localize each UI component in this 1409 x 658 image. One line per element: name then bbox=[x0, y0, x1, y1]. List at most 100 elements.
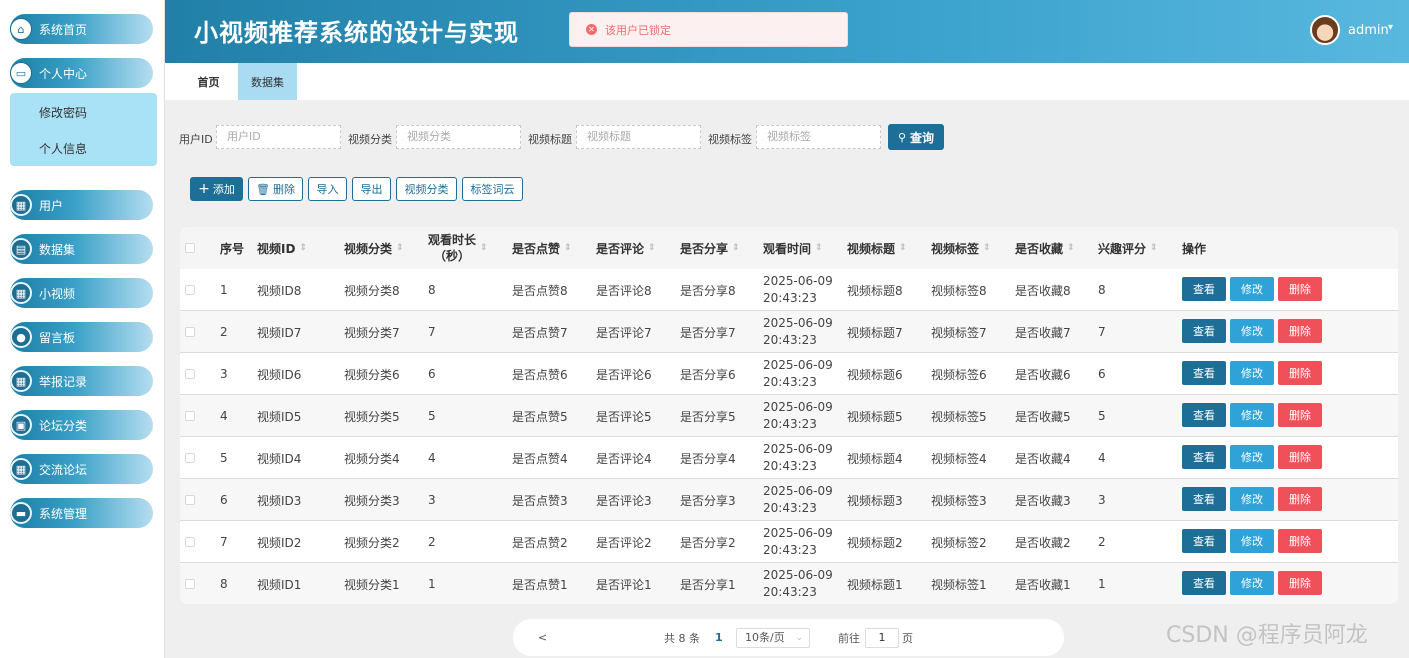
search-label-title: 视频标题 bbox=[528, 133, 572, 146]
submenu-item-personal-info[interactable]: 个人信息 bbox=[39, 140, 87, 157]
th-watch-time[interactable]: 观看时间 ⇕ bbox=[763, 227, 823, 269]
edit-button[interactable]: 修改 bbox=[1230, 445, 1274, 469]
th-title[interactable]: 视频标题 ⇕ bbox=[847, 227, 907, 269]
row-checkbox[interactable] bbox=[185, 453, 195, 463]
th-tag[interactable]: 视频标签 ⇕ bbox=[931, 227, 991, 269]
video-category-button[interactable]: 视频分类 bbox=[396, 177, 457, 201]
delete-row-button[interactable]: 删除 bbox=[1278, 277, 1322, 301]
import-button[interactable]: 导入 bbox=[308, 177, 347, 201]
sort-icon[interactable]: ⇕ bbox=[396, 243, 404, 253]
submenu-item-change-password[interactable]: 修改密码 bbox=[39, 104, 87, 121]
search-label-tag: 视频标签 bbox=[708, 133, 752, 146]
row-checkbox[interactable] bbox=[185, 537, 195, 547]
cell-commented: 是否评论4 bbox=[596, 451, 652, 466]
add-button[interactable]: + 添加 bbox=[190, 177, 243, 201]
delete-row-button[interactable]: 删除 bbox=[1278, 445, 1322, 469]
edit-button[interactable]: 修改 bbox=[1230, 403, 1274, 427]
delete-button[interactable]: 🗑 删除 bbox=[248, 177, 303, 201]
delete-row-button[interactable]: 删除 bbox=[1278, 319, 1322, 343]
export-button[interactable]: 导出 bbox=[352, 177, 391, 201]
row-checkbox[interactable] bbox=[185, 495, 195, 505]
edit-button[interactable]: 修改 bbox=[1230, 571, 1274, 595]
sort-icon[interactable]: ⇕ bbox=[732, 243, 740, 253]
sort-icon[interactable]: ⇕ bbox=[1067, 243, 1075, 253]
sort-icon[interactable]: ⇕ bbox=[899, 243, 907, 253]
view-button[interactable]: 查看 bbox=[1182, 277, 1226, 301]
th-score[interactable]: 兴趣评分 ⇕ bbox=[1098, 227, 1158, 269]
row-checkbox[interactable] bbox=[185, 327, 195, 337]
view-button[interactable]: 查看 bbox=[1182, 529, 1226, 553]
th-category[interactable]: 视频分类 ⇕ bbox=[344, 227, 404, 269]
nav-label: 举报记录 bbox=[39, 374, 88, 389]
tag-cloud-button[interactable]: 标签词云 bbox=[462, 177, 523, 201]
page-size-select[interactable]: 10条/页 ⌄ bbox=[736, 628, 810, 648]
cell-liked: 是否点赞4 bbox=[512, 451, 568, 466]
cell-score: 7 bbox=[1098, 325, 1106, 339]
view-button[interactable]: 查看 bbox=[1182, 445, 1226, 469]
th-favorited[interactable]: 是否收藏 ⇕ bbox=[1015, 227, 1075, 269]
row-checkbox[interactable] bbox=[185, 285, 195, 295]
cell-liked: 是否点赞8 bbox=[512, 283, 568, 298]
nav-personal-center[interactable]: ▭ 个人中心 bbox=[10, 58, 153, 88]
sort-icon[interactable]: ⇕ bbox=[299, 243, 307, 253]
title-input[interactable]: 视频标题 bbox=[576, 125, 701, 149]
sort-icon[interactable]: ⇕ bbox=[564, 243, 572, 253]
sort-icon[interactable]: ⇕ bbox=[480, 243, 488, 253]
user-name[interactable]: admin bbox=[1348, 23, 1389, 38]
view-button[interactable]: 查看 bbox=[1182, 571, 1226, 595]
nav-system-management[interactable]: ▬ 系统管理 bbox=[10, 498, 153, 528]
view-button[interactable]: 查看 bbox=[1182, 361, 1226, 385]
th-commented[interactable]: 是否评论 ⇕ bbox=[596, 227, 656, 269]
category-input[interactable]: 视频分类 bbox=[396, 125, 521, 149]
sort-icon[interactable]: ⇕ bbox=[648, 243, 656, 253]
th-video-id[interactable]: 视频ID ⇕ bbox=[257, 227, 307, 269]
sort-icon[interactable]: ⇕ bbox=[1150, 243, 1158, 253]
row-checkbox[interactable] bbox=[185, 411, 195, 421]
goto-page-input[interactable]: 1 bbox=[865, 628, 899, 648]
current-page[interactable]: 1 bbox=[715, 619, 723, 656]
tag-input[interactable]: 视频标签 bbox=[756, 125, 881, 149]
nav-forum-category[interactable]: ▣ 论坛分类 bbox=[10, 410, 153, 440]
delete-row-button[interactable]: 删除 bbox=[1278, 403, 1322, 427]
nav-forum[interactable]: ▦ 交流论坛 bbox=[10, 454, 153, 484]
nav-home[interactable]: ⌂ 系统首页 bbox=[10, 14, 153, 44]
th-shared[interactable]: 是否分享 ⇕ bbox=[680, 227, 740, 269]
nav-dataset[interactable]: ▤ 数据集 bbox=[10, 234, 153, 264]
delete-row-button[interactable]: 删除 bbox=[1278, 361, 1322, 385]
edit-button[interactable]: 修改 bbox=[1230, 319, 1274, 343]
nav-report-records[interactable]: ▦ 举报记录 bbox=[10, 366, 153, 396]
th-duration[interactable]: 观看时长 （秒） ⇕ bbox=[428, 227, 488, 269]
view-button[interactable]: 查看 bbox=[1182, 487, 1226, 511]
prev-page-button[interactable]: < bbox=[538, 619, 547, 656]
cell-title: 视频标题7 bbox=[847, 325, 903, 340]
page-suffix: 页 bbox=[902, 631, 913, 645]
edit-button[interactable]: 修改 bbox=[1230, 361, 1274, 385]
search-button[interactable]: ⚲ 查询 bbox=[888, 124, 944, 150]
sort-icon[interactable]: ⇕ bbox=[983, 243, 991, 253]
cell-shared: 是否分享7 bbox=[680, 325, 736, 340]
delete-row-button[interactable]: 删除 bbox=[1278, 529, 1322, 553]
add-button-label: 添加 bbox=[212, 183, 235, 196]
nav-label: 论坛分类 bbox=[39, 418, 88, 433]
delete-row-button[interactable]: 删除 bbox=[1278, 571, 1322, 595]
search-icon: ⚲ bbox=[897, 130, 907, 144]
caret-down-icon[interactable]: ▾ bbox=[1388, 22, 1393, 33]
delete-row-button[interactable]: 删除 bbox=[1278, 487, 1322, 511]
nav-users[interactable]: ▦ 用户 bbox=[10, 190, 153, 220]
select-all-checkbox[interactable] bbox=[185, 243, 195, 253]
view-button[interactable]: 查看 bbox=[1182, 319, 1226, 343]
row-checkbox[interactable] bbox=[185, 579, 195, 589]
edit-button[interactable]: 修改 bbox=[1230, 529, 1274, 553]
sort-icon[interactable]: ⇕ bbox=[815, 243, 823, 253]
tab-home[interactable]: 首页 bbox=[184, 63, 233, 100]
th-liked[interactable]: 是否点赞 ⇕ bbox=[512, 227, 572, 269]
view-button[interactable]: 查看 bbox=[1182, 403, 1226, 427]
edit-button[interactable]: 修改 bbox=[1230, 277, 1274, 301]
avatar[interactable] bbox=[1310, 15, 1340, 45]
nav-message-board[interactable]: ● 留言板 bbox=[10, 322, 153, 352]
tab-dataset[interactable]: 数据集 bbox=[238, 63, 297, 100]
user-id-input[interactable]: 用户ID bbox=[216, 125, 341, 149]
nav-short-video[interactable]: ▦ 小视频 bbox=[10, 278, 153, 308]
row-checkbox[interactable] bbox=[185, 369, 195, 379]
edit-button[interactable]: 修改 bbox=[1230, 487, 1274, 511]
